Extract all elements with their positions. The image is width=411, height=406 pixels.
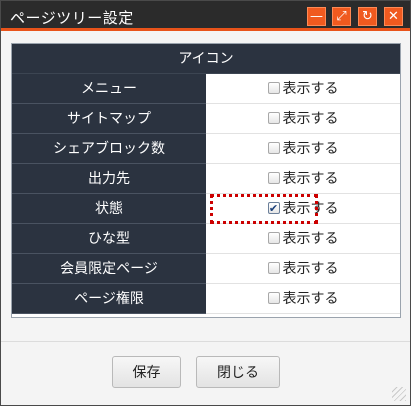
show-checkbox[interactable]: 表示する — [267, 228, 339, 248]
maximize-icon: ⤢ — [336, 9, 347, 24]
row-option-cell: 表示する — [206, 73, 400, 104]
table-row: 会員限定ページ 表示する — [12, 253, 400, 284]
refresh-button[interactable]: ↻ — [358, 7, 377, 26]
show-checkbox[interactable]: 表示する — [267, 108, 339, 128]
close-icon: ✕ — [388, 9, 399, 24]
row-label: ページ権限 — [12, 283, 206, 314]
show-checkbox[interactable]: ✔ 表示する — [267, 198, 339, 218]
refresh-icon: ↻ — [362, 9, 373, 24]
checkbox-unchecked-icon[interactable] — [267, 292, 280, 304]
title-bar[interactable]: ページツリー設定 — ⤢ ↻ ✕ — [1, 1, 410, 31]
close-window-button[interactable]: ✕ — [384, 7, 403, 26]
show-checkbox[interactable]: 表示する — [267, 138, 339, 158]
row-label: メニュー — [12, 73, 206, 104]
row-label: シェアブロック数 — [12, 133, 206, 164]
checkbox-label: 表示する — [282, 81, 339, 97]
minimize-button[interactable]: — — [307, 7, 326, 26]
table-row: ひな型 表示する — [12, 223, 400, 254]
table-row: ページ権限 表示する — [12, 283, 400, 314]
row-label: 出力先 — [12, 163, 206, 194]
row-label: 状態 — [12, 193, 206, 224]
table-row: シェアブロック数 表示する — [12, 133, 400, 164]
page-tree-settings-dialog: ページツリー設定 — ⤢ ↻ ✕ アイコン メニュー 表示する サイトマップ 表示する… — [0, 0, 411, 406]
row-option-cell: 表示する — [206, 283, 400, 314]
checkbox-unchecked-icon[interactable] — [267, 232, 280, 244]
table-row: サイトマップ 表示する — [12, 103, 400, 134]
row-option-cell: 表示する — [206, 103, 400, 134]
checkbox-label: 表示する — [282, 291, 339, 307]
row-option-cell: 表示する — [206, 133, 400, 164]
checkbox-label: 表示する — [282, 111, 339, 127]
checkbox-unchecked-icon[interactable] — [267, 172, 280, 184]
maximize-button[interactable]: ⤢ — [332, 7, 351, 26]
icon-settings-table: アイコン メニュー 表示する サイトマップ 表示する シェアブロック数 表示する 出力先 表示… — [12, 44, 400, 314]
row-option-cell: 表示する — [206, 253, 400, 284]
show-checkbox[interactable]: 表示する — [267, 288, 339, 308]
show-checkbox[interactable]: 表示する — [267, 78, 339, 98]
checkbox-unchecked-icon[interactable] — [267, 82, 280, 94]
row-label: 会員限定ページ — [12, 253, 206, 284]
checkbox-label: 表示する — [282, 201, 339, 217]
show-checkbox[interactable]: 表示する — [267, 258, 339, 278]
checkbox-checked-icon[interactable]: ✔ — [267, 202, 280, 214]
footer-divider — [1, 341, 410, 342]
row-option-cell: 表示する — [206, 223, 400, 254]
row-option-cell: 表示する — [206, 163, 400, 194]
save-button[interactable]: 保存 — [112, 356, 181, 388]
table-header: アイコン — [12, 44, 400, 74]
resize-grip-icon[interactable] — [392, 387, 406, 401]
checkbox-unchecked-icon[interactable] — [267, 142, 280, 154]
row-label: サイトマップ — [12, 103, 206, 134]
checkbox-label: 表示する — [282, 171, 339, 187]
show-checkbox[interactable]: 表示する — [267, 168, 339, 188]
checkbox-label: 表示する — [282, 261, 339, 277]
checkbox-unchecked-icon[interactable] — [267, 262, 280, 274]
close-button[interactable]: 閉じる — [196, 356, 280, 388]
minimize-icon: — — [310, 9, 323, 24]
table-row: メニュー 表示する — [12, 73, 400, 104]
checkbox-label: 表示する — [282, 231, 339, 247]
table-row: 状態 ✔ 表示する — [12, 193, 400, 224]
settings-panel: アイコン メニュー 表示する サイトマップ 表示する シェアブロック数 表示する 出力先 表示… — [11, 43, 401, 318]
checkbox-unchecked-icon[interactable] — [267, 112, 280, 124]
row-label: ひな型 — [12, 223, 206, 254]
table-row: 出力先 表示する — [12, 163, 400, 194]
row-option-cell: ✔ 表示する — [206, 193, 400, 224]
checkbox-label: 表示する — [282, 141, 339, 157]
dialog-title: ページツリー設定 — [10, 9, 134, 27]
